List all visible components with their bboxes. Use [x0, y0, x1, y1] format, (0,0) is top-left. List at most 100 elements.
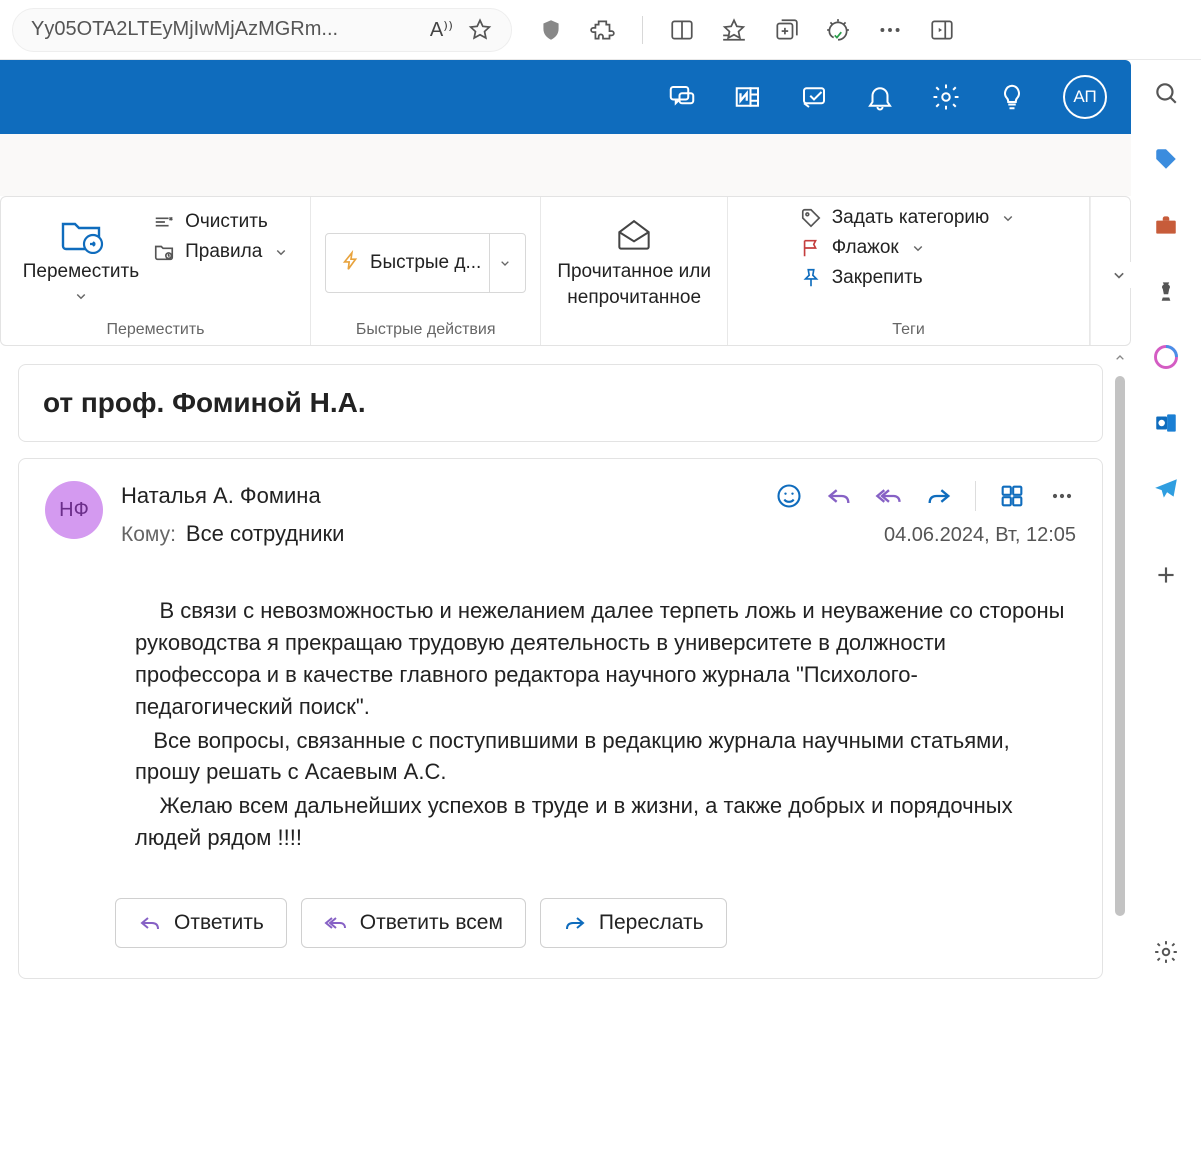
ribbon-spacer: [0, 134, 1131, 196]
reply-all-button-label: Ответить всем: [360, 911, 503, 935]
tips-lightbulb-icon[interactable]: [997, 82, 1027, 112]
read-unread-button[interactable]: Прочитанное или непрочитанное: [555, 207, 713, 313]
rules-folder-icon: [153, 241, 175, 263]
body-paragraph: В связи с невозможностью и нежеланием да…: [135, 595, 1070, 723]
flag-icon: [800, 237, 822, 259]
chevron-down-icon: [272, 243, 290, 261]
tracking-shield-icon[interactable]: [538, 17, 564, 43]
divider: [975, 481, 976, 511]
extensions-icon[interactable]: [590, 17, 616, 43]
sidebar-tag-icon[interactable]: [1151, 144, 1181, 174]
sweep-icon: [153, 211, 175, 233]
sidebar-copilot-icon[interactable]: [1151, 342, 1181, 372]
body-paragraph: Желаю всем дальнейших успехов в труде и …: [135, 790, 1070, 854]
reply-icon[interactable]: [825, 482, 853, 510]
group-label-quick: Быстрые действия: [356, 313, 496, 345]
search-icon[interactable]: [1151, 78, 1181, 108]
sidebar-briefcase-icon[interactable]: [1151, 210, 1181, 240]
body-paragraph: Все вопросы, связанные с поступившими в …: [135, 725, 1070, 789]
sidebar-add-icon[interactable]: [1151, 560, 1181, 590]
favorites-icon[interactable]: [721, 17, 747, 43]
move-button[interactable]: Переместить: [21, 207, 141, 309]
sweep-button[interactable]: Очистить: [153, 211, 290, 233]
apps-grid-icon[interactable]: [998, 482, 1026, 510]
more-icon[interactable]: [877, 17, 903, 43]
envelope-open-icon: [608, 211, 660, 257]
rules-button[interactable]: Правила: [153, 241, 290, 263]
quick-steps-label: Быстрые д...: [370, 252, 481, 274]
message-actions: [775, 481, 1076, 511]
sidebar-telegram-icon[interactable]: [1151, 474, 1181, 504]
collections-icon[interactable]: [773, 17, 799, 43]
browser-toolbar: Yy05OTA2LTEyMjIwMjAzMGRm... A⁾⁾: [0, 0, 1201, 60]
flag-label: Флажок: [832, 237, 899, 259]
app-header: АП: [0, 60, 1131, 134]
rules-label: Правила: [185, 241, 262, 263]
browser-actions: [538, 16, 955, 44]
ribbon: Переместить Очистить Правила: [0, 196, 1131, 346]
group-label-move: Переместить: [106, 313, 204, 345]
ribbon-group-quick: Быстрые д... Быстрые действия: [311, 197, 541, 345]
sender-avatar[interactable]: НФ: [45, 481, 103, 539]
split-screen-icon[interactable]: [669, 17, 695, 43]
todo-icon[interactable]: [799, 82, 829, 112]
forward-button-label: Переслать: [599, 911, 704, 935]
pin-label: Закрепить: [832, 267, 923, 289]
pin-button[interactable]: Закрепить: [800, 267, 1018, 289]
scrollbar-thumb[interactable]: [1115, 376, 1125, 916]
scrollbar[interactable]: [1109, 346, 1131, 979]
quick-steps-dropdown[interactable]: [489, 234, 519, 292]
lightning-icon: [340, 250, 362, 277]
group-label-tags: Теги: [892, 313, 925, 345]
pin-icon: [800, 267, 822, 289]
email-body: В связи с невозможностью и нежеланием да…: [45, 595, 1076, 854]
reply-button[interactable]: Ответить: [115, 898, 287, 948]
ribbon-group-read: Прочитанное или непрочитанное: [541, 197, 728, 345]
reply-button-label: Ответить: [174, 911, 264, 935]
forward-button[interactable]: Переслать: [540, 898, 727, 948]
read-label-1: Прочитанное или: [557, 261, 711, 283]
sweep-label: Очистить: [185, 211, 268, 233]
email-card: НФ Наталья А. Фомина: [18, 458, 1103, 979]
sidebar-settings-icon[interactable]: [1151, 937, 1181, 967]
flag-button[interactable]: Флажок: [800, 237, 1018, 259]
categorize-label: Задать категорию: [832, 207, 990, 229]
sidebar-chess-icon[interactable]: [1151, 276, 1181, 306]
reply-actions: Ответить Ответить всем Переслать: [45, 898, 1076, 948]
divider: [642, 16, 643, 44]
chevron-down-icon: [999, 209, 1017, 227]
categorize-button[interactable]: Задать категорию: [800, 207, 1018, 229]
url-text: Yy05OTA2LTEyMjIwMjAzMGRm...: [31, 18, 416, 41]
read-aloud-button[interactable]: A⁾⁾: [430, 17, 453, 42]
reply-all-icon[interactable]: [875, 482, 903, 510]
notifications-bell-icon[interactable]: [865, 82, 895, 112]
sidebar-toggle-icon[interactable]: [929, 17, 955, 43]
address-bar[interactable]: Yy05OTA2LTEyMjIwMjAzMGRm... A⁾⁾: [12, 8, 512, 52]
to-label: Кому:: [121, 523, 176, 547]
folder-move-icon: [55, 211, 107, 257]
react-smiley-icon[interactable]: [775, 482, 803, 510]
teams-chat-icon[interactable]: [667, 82, 697, 112]
ribbon-collapse-icon[interactable]: [1106, 262, 1132, 288]
ribbon-group-tags: Задать категорию Флажок Закрепить: [728, 197, 1090, 345]
onenote-icon[interactable]: [733, 82, 763, 112]
reply-all-button[interactable]: Ответить всем: [301, 898, 526, 948]
settings-gear-icon[interactable]: [931, 82, 961, 112]
chevron-down-icon: [909, 239, 927, 257]
right-sidebar: [1131, 60, 1201, 979]
quick-steps-button[interactable]: Быстрые д...: [325, 233, 526, 293]
favorite-star-icon[interactable]: [467, 17, 493, 43]
read-label-2: непрочитанное: [567, 287, 701, 309]
tag-icon: [800, 207, 822, 229]
to-value: Все сотрудники: [186, 521, 345, 547]
message-date: 04.06.2024, Вт, 12:05: [884, 524, 1076, 547]
sidebar-outlook-icon[interactable]: [1151, 408, 1181, 438]
performance-icon[interactable]: [825, 17, 851, 43]
forward-icon[interactable]: [925, 482, 953, 510]
email-subject: от проф. Фоминой Н.А.: [18, 364, 1103, 442]
move-label: Переместить: [23, 261, 139, 283]
sender-name: Наталья А. Фомина: [121, 483, 775, 509]
more-actions-icon[interactable]: [1048, 482, 1076, 510]
ribbon-group-move: Переместить Очистить Правила: [1, 197, 311, 345]
account-avatar[interactable]: АП: [1063, 75, 1107, 119]
